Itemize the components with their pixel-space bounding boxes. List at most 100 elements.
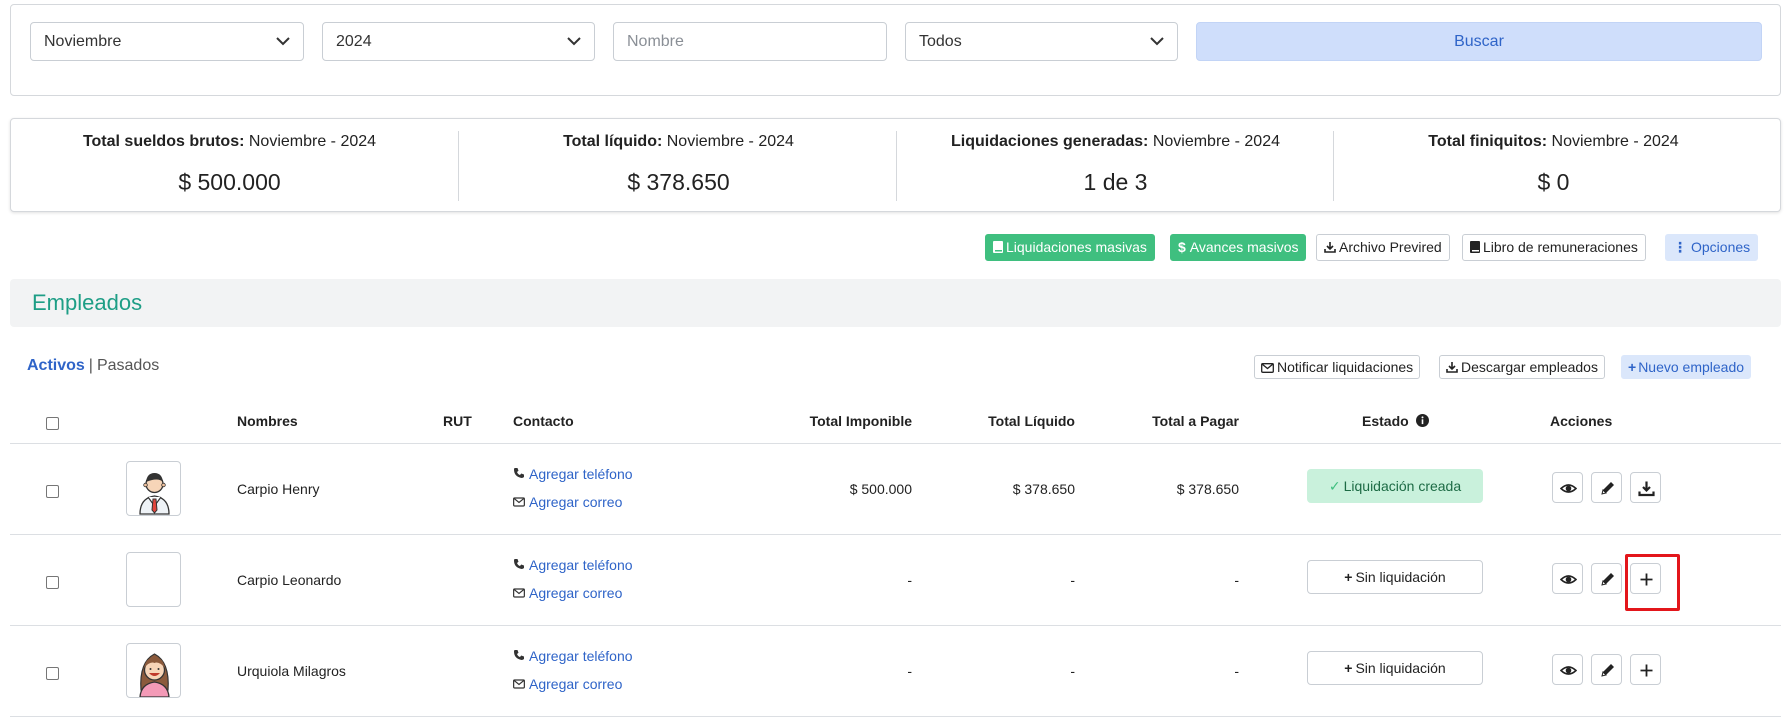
download-employees-button[interactable]: Descargar empleados (1439, 355, 1605, 379)
add-email-label: Agregar correo (529, 494, 623, 510)
envelope-icon (513, 497, 525, 507)
book-icon (993, 241, 1003, 253)
name-search-placeholder: Nombre (627, 33, 684, 50)
row-checkbox[interactable] (46, 576, 59, 589)
create-payslip-button[interactable]: + Sin liquidación (1307, 651, 1483, 685)
dollar-icon: $ (1178, 239, 1186, 255)
stat-period: Noviembre - 2024 (1547, 133, 1679, 150)
col-header-actions: Acciones (1550, 413, 1613, 429)
status-label: Sin liquidación (1355, 569, 1446, 585)
previred-file-label: Archivo Previred (1339, 239, 1442, 255)
filter-card: Noviembre 2024 Nombre Todos Buscar (10, 4, 1781, 96)
avatar (126, 461, 181, 516)
taxable-total: $ 500.000 (849, 481, 912, 497)
chevron-down-icon (1150, 37, 1164, 46)
notify-payslips-button[interactable]: Notificar liquidaciones (1254, 355, 1421, 379)
edit-button[interactable] (1591, 563, 1622, 594)
employee-tabs: Activos | Pasados (27, 357, 159, 375)
edit-button[interactable] (1591, 472, 1622, 503)
stat-value: 1 de 3 (1083, 169, 1148, 195)
payroll-book-label: Libro de remuneraciones (1483, 239, 1638, 255)
stat-net-total: Total líquido: Noviembre - 2024 $ 378.65… (460, 119, 897, 213)
view-button[interactable] (1552, 472, 1583, 503)
add-email-link[interactable]: Agregar correo (513, 494, 622, 510)
download-payslip-button[interactable] (1630, 472, 1661, 503)
tab-past[interactable]: Pasados (97, 357, 159, 374)
row-divider (10, 534, 1781, 535)
col-header-rut: RUT (443, 413, 472, 429)
employee-name: Carpio Leonardo (237, 572, 342, 588)
col-header-taxable: Total Imponible (809, 413, 912, 429)
add-phone-link[interactable]: Agregar teléfono (513, 648, 633, 664)
col-header-status: Estado (1362, 413, 1429, 429)
add-email-label: Agregar correo (529, 585, 623, 601)
view-button[interactable] (1552, 563, 1583, 594)
info-icon[interactable] (1415, 414, 1429, 427)
status-label: Liquidación creada (1343, 478, 1462, 494)
tab-active[interactable]: Activos (27, 357, 85, 374)
view-button[interactable] (1552, 654, 1583, 685)
header-divider (10, 443, 1781, 444)
previred-file-button[interactable]: Archivo Previred (1316, 234, 1450, 261)
plus-icon: + (1628, 359, 1637, 375)
year-select[interactable]: 2024 (322, 22, 595, 61)
stat-label: Total líquido: (563, 133, 663, 150)
search-button[interactable]: Buscar (1196, 22, 1762, 61)
employee-name: Urquiola Milagros (237, 663, 346, 679)
phone-icon (514, 559, 524, 569)
stat-label: Liquidaciones generadas: (950, 133, 1149, 150)
stat-period: Noviembre - 2024 (244, 133, 377, 150)
stat-payslips-generated: Liquidaciones generadas: Noviembre - 202… (897, 119, 1334, 213)
add-phone-label: Agregar teléfono (529, 648, 633, 664)
stat-settlements: Total finiquitos: Noviembre - 2024 $ 0 (1335, 119, 1772, 213)
create-payslip-button[interactable]: + Sin liquidación (1307, 560, 1483, 594)
status-select[interactable]: Todos (905, 22, 1178, 61)
envelope-icon (513, 679, 525, 689)
mass-advances-button[interactable]: $ Avances masivos (1170, 234, 1307, 261)
add-email-link[interactable]: Agregar correo (513, 585, 622, 601)
check-icon: ✓ (1328, 478, 1341, 494)
total-to-pay: - (1234, 663, 1239, 679)
mass-advances-label: Avances masivos (1189, 239, 1299, 255)
row-checkbox[interactable] (46, 667, 59, 680)
month-select[interactable]: Noviembre (30, 22, 304, 61)
mass-payslips-button[interactable]: Liquidaciones masivas (985, 234, 1155, 261)
status-label: Sin liquidación (1355, 660, 1446, 676)
options-label: Opciones (1691, 239, 1751, 255)
avatar (126, 552, 181, 607)
col-header-net: Total Líquido (988, 413, 1075, 429)
net-total: - (1070, 663, 1075, 679)
divider (1333, 131, 1334, 201)
col-header-contact: Contacto (513, 413, 574, 429)
add-phone-link[interactable]: Agregar teléfono (513, 466, 633, 482)
payroll-book-button[interactable]: Libro de remuneraciones (1462, 234, 1646, 261)
name-search-input[interactable]: Nombre (613, 22, 887, 61)
eye-icon (1560, 484, 1577, 493)
taxable-total: - (907, 572, 912, 588)
select-all-checkbox[interactable] (46, 417, 59, 430)
stat-period: Noviembre - 2024 (662, 133, 794, 150)
edit-button[interactable] (1591, 654, 1622, 685)
plus-icon: + (1344, 660, 1353, 676)
add-email-link[interactable]: Agregar correo (513, 676, 622, 692)
chevron-down-icon (276, 37, 290, 46)
status-badge: ✓ Liquidación creada (1307, 469, 1483, 503)
chevron-down-icon (567, 37, 581, 46)
pencil-icon (1601, 664, 1614, 677)
row-checkbox[interactable] (46, 485, 59, 498)
add-phone-link[interactable]: Agregar teléfono (513, 557, 633, 573)
add-email-label: Agregar correo (529, 676, 623, 692)
stat-value: $ 378.650 (627, 169, 730, 195)
eye-icon (1560, 575, 1577, 584)
eye-icon (1560, 666, 1577, 675)
add-payslip-button[interactable] (1630, 654, 1661, 685)
stat-label: Total sueldos brutos: (82, 133, 245, 150)
plus-icon (1640, 664, 1653, 677)
highlight-box (1625, 554, 1680, 611)
status-header-label: Estado (1362, 413, 1409, 429)
options-button[interactable]: ⋮ Opciones (1665, 234, 1759, 261)
row-divider (10, 716, 1781, 717)
col-header-names: Nombres (237, 413, 298, 429)
pencil-icon (1601, 573, 1614, 586)
new-employee-button[interactable]: + Nuevo empleado (1621, 355, 1752, 379)
